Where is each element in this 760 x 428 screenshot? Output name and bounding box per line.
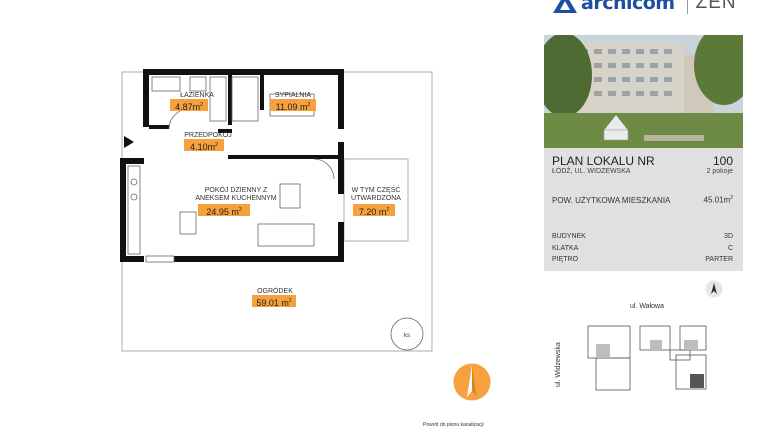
floor-row: PIĘTRO PARTER xyxy=(552,256,733,263)
stair-row: KLATKA C xyxy=(552,245,733,252)
stair-value: C xyxy=(727,245,733,252)
area-tag-garden: 59.01 m2 xyxy=(252,295,296,308)
archicom-logo-icon xyxy=(553,0,577,13)
plan-title: PLAN LOKALU NR xyxy=(552,154,655,168)
usable-area-label: POW. UŻYTKOWA MIESZKANIA xyxy=(552,196,671,205)
ks-label: ks xyxy=(404,333,410,339)
rooms-count: 2 pokoje xyxy=(706,168,733,175)
project-name: ZEN xyxy=(695,0,737,13)
site-map xyxy=(587,325,707,391)
compass-large-icon xyxy=(453,363,491,401)
usable-area-value: 45.01m2 xyxy=(703,195,733,205)
unit-details-panel: PLAN LOKALU NR 100 ŁÓDŹ, UL. WIDZEWSKA 2… xyxy=(544,148,743,271)
floor-plan: ŁAZIENKA 4.87m2 SYPIALNIA 11.09 m2 PRZED… xyxy=(110,62,440,362)
building-value: 3D xyxy=(724,233,733,240)
stair-label: KLATKA xyxy=(552,245,579,252)
footer-note: Powrót do pionu kanalizacji xyxy=(423,422,484,428)
room-label-paved-area: W TYM CZĘŚĆ UTWARDZONA xyxy=(351,187,401,202)
brand-divider xyxy=(686,0,688,14)
area-tag-paved-area: 7.20 m2 xyxy=(353,204,395,217)
building-row: BUDYNEK 3D xyxy=(552,233,733,240)
area-tag-bathroom: 4.87m2 xyxy=(170,99,208,112)
brand-name: archicom xyxy=(581,0,675,14)
floor-label: PIĘTRO xyxy=(552,256,579,263)
entrance-arrow-icon xyxy=(124,136,134,148)
brand-header: archicom ZEN xyxy=(553,0,737,14)
compass-small-icon xyxy=(705,280,723,298)
area-tag-hallway: 4.10m2 xyxy=(184,139,224,152)
room-label-living-room: POKÓJ DZIENNY Z ANEKSEM KUCHENNYM xyxy=(195,187,277,202)
area-tag-bedroom: 11.09 m2 xyxy=(270,99,316,112)
unit-number: 100 xyxy=(712,154,733,168)
building-label: BUDYNEK xyxy=(552,233,586,240)
building-photo xyxy=(544,35,743,148)
area-tag-living-room: 24.95 m2 xyxy=(198,204,250,217)
address: ŁÓDŹ, UL. WIDZEWSKA xyxy=(552,168,631,175)
floor-value: PARTER xyxy=(705,256,733,263)
